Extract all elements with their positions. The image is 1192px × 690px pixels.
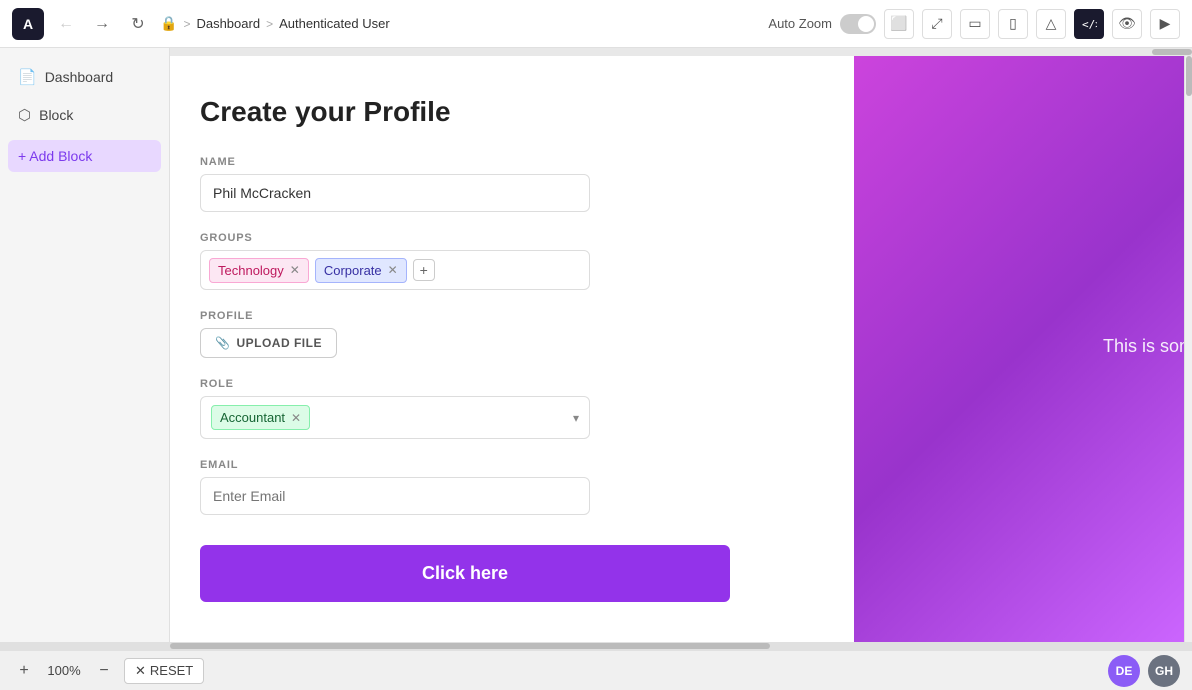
back-button[interactable]: ← — [52, 10, 80, 38]
canvas-right-panel: This is som — [854, 56, 1184, 642]
reset-button[interactable]: ✕ RESET — [124, 658, 204, 684]
svg-text:</>: </> — [1082, 18, 1097, 31]
code-icon: </> — [1081, 16, 1097, 32]
email-label: EMAIL — [200, 459, 824, 471]
role-group: ROLE Accountant ✕ ▾ — [200, 378, 824, 439]
reset-label: RESET — [150, 663, 193, 678]
add-group-button[interactable]: + — [413, 259, 435, 281]
groups-label: GROUPS — [200, 232, 824, 244]
form-canvas: Create your Profile NAME GROUPS Technolo… — [170, 56, 854, 642]
form-title: Create your Profile — [200, 96, 824, 128]
role-tag-label: Accountant — [220, 410, 285, 425]
sidebar-item-block-label: Block — [39, 107, 73, 123]
dashboard-icon: 📄 — [18, 68, 37, 86]
bottom-bar: + 100% − ✕ RESET DE GH — [0, 650, 1192, 690]
name-input[interactable] — [200, 174, 590, 212]
chevron-down-icon: ▾ — [573, 411, 579, 425]
main-area: 📄 Dashboard ⬡ Block + Add Block Create y… — [0, 48, 1192, 642]
tag-corporate-label: Corporate — [324, 263, 382, 278]
name-group: NAME — [200, 156, 824, 212]
code-view-button[interactable]: </> — [1074, 9, 1104, 39]
name-label: NAME — [200, 156, 824, 168]
profile-label: PROFILE — [200, 310, 824, 322]
app-logo[interactable]: A — [12, 8, 44, 40]
tag-technology-remove[interactable]: ✕ — [290, 263, 300, 277]
canvas-content: Create your Profile NAME GROUPS Technolo… — [170, 56, 1192, 642]
role-tag-accountant: Accountant ✕ — [211, 405, 310, 430]
email-input[interactable] — [200, 477, 590, 515]
toolbar: A ← → ↻ 🔒 > Dashboard > Authenticated Us… — [0, 0, 1192, 48]
auto-zoom-toggle[interactable] — [840, 14, 876, 34]
tablet-view-button[interactable]: ▭ — [960, 9, 990, 39]
role-label: ROLE — [200, 378, 824, 390]
canvas-area: Create your Profile NAME GROUPS Technolo… — [170, 48, 1192, 642]
bottom-section: + 100% − ✕ RESET DE GH — [0, 642, 1192, 690]
vertical-scrollbar-thumb — [1186, 56, 1192, 96]
auto-zoom-label: Auto Zoom — [768, 16, 832, 31]
avatar-de[interactable]: DE — [1108, 655, 1140, 687]
forward-button[interactable]: → — [88, 10, 116, 38]
block-icon: ⬡ — [18, 106, 31, 124]
submit-button[interactable]: Click here — [200, 545, 730, 602]
lock-icon: 🔒 — [160, 15, 177, 32]
sidebar-item-dashboard-label: Dashboard — [45, 69, 114, 85]
sidebar-item-dashboard[interactable]: 📄 Dashboard — [8, 60, 161, 94]
close-icon: ✕ — [135, 663, 146, 679]
paperclip-icon: 📎 — [215, 336, 230, 350]
groups-container: Technology ✕ Corporate ✕ + — [200, 250, 590, 290]
zoom-level: 100% — [44, 663, 84, 678]
toolbar-right: Auto Zoom ⬜ ⤢ ▭ ▯ △ </> 👁 ▶ — [768, 9, 1180, 39]
refresh-button[interactable]: ↻ — [124, 10, 152, 38]
upload-label: UPLOAD FILE — [236, 336, 322, 350]
groups-group: GROUPS Technology ✕ Corporate ✕ + — [200, 232, 824, 290]
role-select[interactable]: Accountant ✕ ▾ — [200, 396, 590, 439]
bottom-right: DE GH — [1108, 655, 1180, 687]
breadcrumb: 🔒 > Dashboard > Authenticated User — [160, 15, 760, 32]
top-scrollbar-thumb — [1152, 49, 1192, 55]
horizontal-scrollbar-thumb — [170, 643, 770, 649]
email-group: EMAIL — [200, 459, 824, 515]
avatar-gh[interactable]: GH — [1148, 655, 1180, 687]
role-tag-remove[interactable]: ✕ — [291, 411, 301, 425]
mobile-view-button[interactable]: ▯ — [998, 9, 1028, 39]
warning-button[interactable]: △ — [1036, 9, 1066, 39]
zoom-out-button[interactable]: − — [92, 659, 116, 683]
zoom-in-button[interactable]: + — [12, 659, 36, 683]
upload-file-button[interactable]: 📎 UPLOAD FILE — [200, 328, 337, 358]
toggle-knob — [858, 16, 874, 32]
play-button[interactable]: ▶ — [1150, 9, 1180, 39]
sidebar: 📄 Dashboard ⬡ Block + Add Block — [0, 48, 170, 642]
top-scrollbar — [170, 48, 1192, 56]
sidebar-item-block[interactable]: ⬡ Block — [8, 98, 161, 132]
breadcrumb-dashboard[interactable]: Dashboard — [196, 16, 260, 31]
desktop-view-button[interactable]: ⬜ — [884, 9, 914, 39]
fullscreen-button[interactable]: ⤢ — [922, 9, 952, 39]
tag-technology-label: Technology — [218, 263, 284, 278]
add-block-button[interactable]: + Add Block — [8, 140, 161, 172]
tag-corporate-remove[interactable]: ✕ — [388, 263, 398, 277]
horizontal-scrollbar[interactable] — [0, 642, 1192, 650]
breadcrumb-auth-user[interactable]: Authenticated User — [279, 16, 390, 31]
add-block-label: + Add Block — [18, 148, 92, 164]
vertical-scrollbar[interactable] — [1184, 56, 1192, 642]
canvas-right-text: This is som — [1103, 336, 1184, 357]
preview-button[interactable]: 👁 — [1112, 9, 1142, 39]
profile-group: PROFILE 📎 UPLOAD FILE — [200, 310, 824, 358]
tag-corporate: Corporate ✕ — [315, 258, 407, 283]
tag-technology: Technology ✕ — [209, 258, 309, 283]
